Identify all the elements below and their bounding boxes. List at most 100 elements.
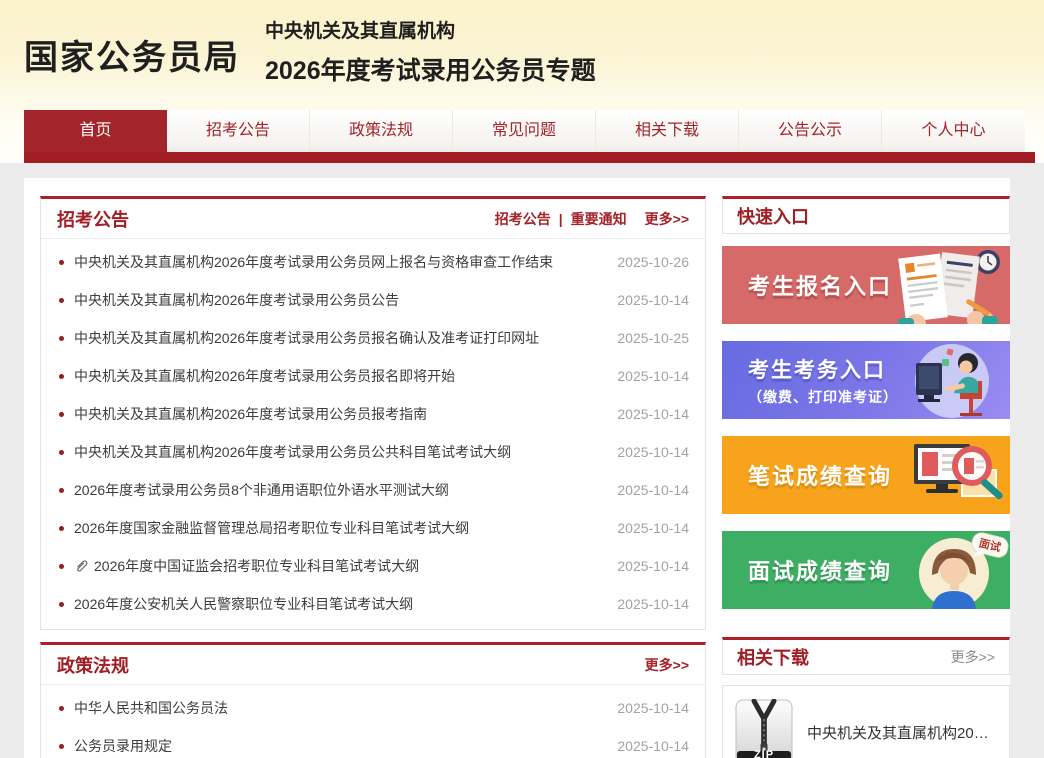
announcement-date: 2025-10-14 xyxy=(617,292,689,308)
list-item: 2026年度考试录用公务员8个非通用语职位外语水平测试大纲 2025-10-14 xyxy=(57,471,689,509)
announcement-link[interactable]: 中央机关及其直属机构2026年度考试录用公务员公告 xyxy=(74,290,603,310)
banner-exam-affairs-sublabel: （缴费、打印准考证） xyxy=(748,387,898,407)
bullet-icon xyxy=(59,602,64,607)
sidebar: 快速入口 考生报名入口 xyxy=(722,196,1010,758)
announcements-list: 中央机关及其直属机构2026年度考试录用公务员网上报名与资格审查工作结束 202… xyxy=(41,239,705,629)
downloads-title: 相关下载 xyxy=(737,644,809,670)
policy-date: 2025-10-14 xyxy=(617,700,689,716)
main-nav: 首页 招考公告 政策法规 常见问题 相关下载 公告公示 个人中心 xyxy=(24,110,1025,152)
bullet-icon xyxy=(59,374,64,379)
announcement-date: 2025-10-14 xyxy=(617,482,689,498)
banner-exam-affairs-entry[interactable]: 考生考务入口 （缴费、打印准考证） xyxy=(722,341,1010,419)
topic-block: 中央机关及其直属机构 2026年度考试录用公务员专题 xyxy=(265,16,596,87)
topic-org-line: 中央机关及其直属机构 xyxy=(265,16,596,43)
site-logo-text: 国家公务员局 xyxy=(24,30,240,79)
policy-link[interactable]: 公务员录用规定 xyxy=(74,736,603,756)
bullet-icon xyxy=(59,336,64,341)
announcement-link[interactable]: 中央机关及其直属机构2026年度考试录用公务员报名确认及准考证打印网址 xyxy=(74,328,603,348)
policy-link[interactable]: 中华人民共和国公务员法 xyxy=(74,698,603,718)
policies-header: 政策法规 更多>> xyxy=(41,645,705,685)
nav-item-home[interactable]: 首页 xyxy=(24,110,167,152)
announcement-link[interactable]: 中央机关及其直属机构2026年度考试录用公务员报考指南 xyxy=(74,404,603,424)
nav-underline-bar xyxy=(24,152,1035,163)
list-item: 中央机关及其直属机构2026年度考试录用公务员公告 2025-10-14 xyxy=(57,281,689,319)
announcement-link[interactable]: 2026年度考试录用公务员8个非通用语职位外语水平测试大纲 xyxy=(74,480,603,500)
policies-more-link[interactable]: 更多>> xyxy=(645,655,689,675)
policies-panel: 政策法规 更多>> 中华人民共和国公务员法 2025-10-14 公务员录用规定… xyxy=(40,642,706,758)
bullet-icon xyxy=(59,260,64,265)
list-item: 中华人民共和国公务员法 2025-10-14 xyxy=(57,689,689,727)
page-title: 2026年度考试录用公务员专题 xyxy=(265,51,596,87)
bullet-icon xyxy=(59,488,64,493)
nav-item-faq[interactable]: 常见问题 xyxy=(453,110,596,152)
list-item: 中央机关及其直属机构2026年度考试录用公务员报名即将开始 2025-10-14 xyxy=(57,357,689,395)
banner-registration-label: 考生报名入口 xyxy=(748,269,892,301)
paperclip-icon xyxy=(74,559,89,574)
announcement-link[interactable]: 2026年度中国证监会招考职位专业科目笔试考试大纲 xyxy=(94,556,603,576)
nav-item-public-notices[interactable]: 公告公示 xyxy=(739,110,882,152)
bullet-icon xyxy=(59,450,64,455)
nav-item-personal-center[interactable]: 个人中心 xyxy=(882,110,1025,152)
bullet-icon xyxy=(59,706,64,711)
zip-file-type-label: ZIP xyxy=(735,749,793,758)
tab-announcements[interactable]: 招考公告 xyxy=(495,209,551,229)
list-item: 2026年度中国证监会招考职位专业科目笔试考试大纲 2025-10-14 xyxy=(57,547,689,585)
tab-separator: | xyxy=(559,211,563,227)
download-item[interactable]: ZIP 中央机关及其直属机构2026... xyxy=(722,685,1010,758)
list-item: 公务员录用规定 2025-10-14 xyxy=(57,727,689,758)
announcement-link[interactable]: 2026年度公安机关人民警察职位专业科目笔试考试大纲 xyxy=(74,594,603,614)
download-file-title[interactable]: 中央机关及其直属机构2026... xyxy=(807,722,997,743)
announcements-panel: 招考公告 招考公告 | 重要通知 更多>> 中央机关及其直属机构2026年度考试… xyxy=(40,196,706,630)
bullet-icon xyxy=(59,564,64,569)
announcement-link[interactable]: 中央机关及其直属机构2026年度考试录用公务员网上报名与资格审查工作结束 xyxy=(74,252,603,272)
exam-affairs-illustration xyxy=(890,341,1010,419)
announcement-link[interactable]: 2026年度国家金融监督管理总局招考职位专业科目笔试考试大纲 xyxy=(74,518,603,538)
announcements-title: 招考公告 xyxy=(57,206,129,232)
downloads-more-link[interactable]: 更多>> xyxy=(951,647,995,667)
list-item: 中央机关及其直属机构2026年度考试录用公务员公共科目笔试考试大纲 2025-1… xyxy=(57,433,689,471)
announcement-date: 2025-10-14 xyxy=(617,596,689,612)
announcement-date: 2025-10-14 xyxy=(617,368,689,384)
bullet-icon xyxy=(59,744,64,749)
announcements-more-link[interactable]: 更多>> xyxy=(645,209,689,229)
downloads-titlebox: 相关下载 更多>> xyxy=(722,637,1010,675)
policies-list: 中华人民共和国公务员法 2025-10-14 公务员录用规定 2025-10-1… xyxy=(41,685,705,758)
zip-file-icon: ZIP xyxy=(735,699,793,758)
announcement-date: 2025-10-14 xyxy=(617,558,689,574)
announcement-date: 2025-10-14 xyxy=(617,520,689,536)
policy-date: 2025-10-14 xyxy=(617,738,689,754)
announcement-link[interactable]: 中央机关及其直属机构2026年度考试录用公务员公共科目笔试考试大纲 xyxy=(74,442,603,462)
policies-title: 政策法规 xyxy=(57,652,129,678)
banner-written-score-inquiry[interactable]: 笔试成绩查询 xyxy=(722,436,1010,514)
list-item: 中央机关及其直属机构2026年度考试录用公务员报名确认及准考证打印网址 2025… xyxy=(57,319,689,357)
nav-item-policies[interactable]: 政策法规 xyxy=(310,110,453,152)
list-item: 2026年度公安机关人民警察职位专业科目笔试考试大纲 2025-10-14 xyxy=(57,585,689,623)
banner-registration-entry[interactable]: 考生报名入口 xyxy=(722,246,1010,324)
announcement-date: 2025-10-26 xyxy=(617,254,689,270)
tab-important-notices[interactable]: 重要通知 xyxy=(571,209,627,229)
announcement-date: 2025-10-14 xyxy=(617,406,689,422)
announcement-link[interactable]: 中央机关及其直属机构2026年度考试录用公务员报名即将开始 xyxy=(74,366,603,386)
content-area: 招考公告 招考公告 | 重要通知 更多>> 中央机关及其直属机构2026年度考试… xyxy=(24,178,1010,758)
list-item: 中央机关及其直属机构2026年度考试录用公务员报考指南 2025-10-14 xyxy=(57,395,689,433)
left-column: 招考公告 招考公告 | 重要通知 更多>> 中央机关及其直属机构2026年度考试… xyxy=(40,196,706,758)
written-score-illustration xyxy=(880,436,1010,514)
announcements-header-links: 招考公告 | 重要通知 更多>> xyxy=(495,209,689,229)
nav-item-announcements[interactable]: 招考公告 xyxy=(167,110,310,152)
bullet-icon xyxy=(59,412,64,417)
bullet-icon xyxy=(59,298,64,303)
banner-interview-score-inquiry[interactable]: 面试成绩查询 面试 xyxy=(722,531,1010,609)
list-item: 2026年度国家金融监督管理总局招考职位专业科目笔试考试大纲 2025-10-1… xyxy=(57,509,689,547)
banner-written-score-label: 笔试成绩查询 xyxy=(748,459,892,491)
bullet-icon xyxy=(59,526,64,531)
banner-exam-affairs-label: 考生考务入口 xyxy=(748,354,898,384)
quick-entry-titlebox: 快速入口 xyxy=(722,196,1010,234)
site-header: 国家公务员局 中央机关及其直属机构 2026年度考试录用公务员专题 首页 招考公… xyxy=(0,0,1044,163)
announcements-header: 招考公告 招考公告 | 重要通知 更多>> xyxy=(41,199,705,239)
page: 国家公务员局 中央机关及其直属机构 2026年度考试录用公务员专题 首页 招考公… xyxy=(0,0,1044,758)
quick-entry-title: 快速入口 xyxy=(737,203,809,229)
nav-item-downloads[interactable]: 相关下载 xyxy=(596,110,739,152)
announcement-date: 2025-10-14 xyxy=(617,444,689,460)
announcement-date: 2025-10-25 xyxy=(617,330,689,346)
banner-interview-score-label: 面试成绩查询 xyxy=(748,554,892,586)
